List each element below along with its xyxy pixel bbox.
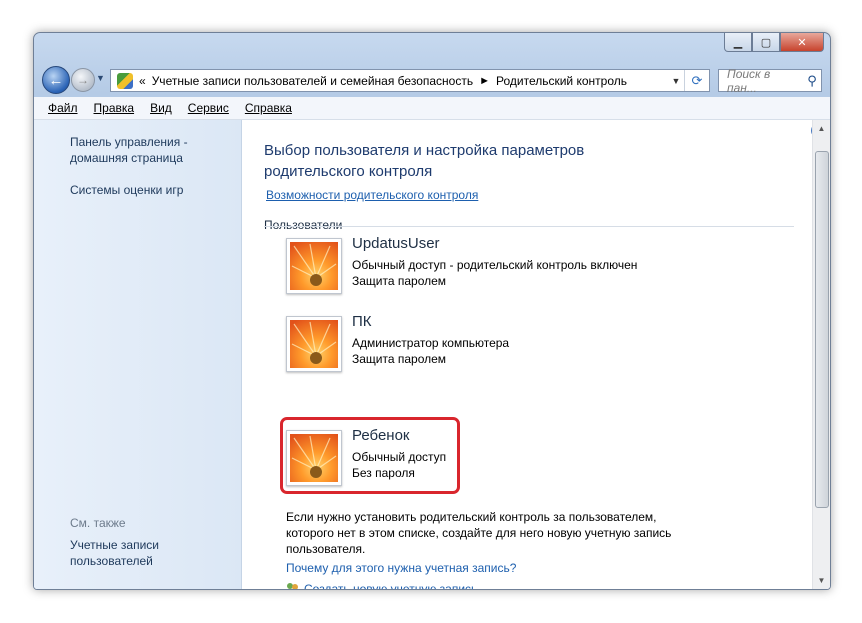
user-password-status: Без пароля (352, 466, 415, 480)
create-account-label: Создать новую учетную запись (304, 582, 478, 590)
recent-pages-chevron-icon[interactable]: ▼ (96, 73, 105, 83)
control-panel-window: ▁ ▢ ✕ ← → ▼ « Учетные записи пользовател… (33, 32, 831, 590)
menu-file[interactable]: Файл (34, 101, 86, 115)
sidebar-link-home[interactable]: Панель управления - домашняя страница (70, 134, 220, 166)
user-password-status: Защита паролем (352, 352, 447, 366)
create-account-note: Если нужно установить родительский контр… (286, 510, 672, 556)
sidebar-link-game-ratings[interactable]: Системы оценки игр (70, 182, 183, 198)
address-bar[interactable]: « Учетные записи пользователей и семейна… (110, 69, 710, 92)
address-dropdown-icon[interactable]: ▼ (668, 76, 684, 86)
menu-tools[interactable]: Сервис (180, 101, 237, 115)
scroll-down-arrow-icon[interactable]: ▼ (813, 572, 830, 589)
menu-edit[interactable]: Правка (86, 101, 143, 115)
forward-button[interactable]: → (71, 68, 95, 92)
menu-help[interactable]: Справка (237, 101, 300, 115)
address-overflow-chevron[interactable]: « (139, 74, 146, 88)
sidebar-link-user-accounts[interactable]: Учетные записи пользователей (70, 537, 180, 569)
search-input[interactable]: Поиск в пан... ⚲ (718, 66, 822, 95)
user-picture-flower-icon (286, 430, 342, 486)
caption-buttons: ▁ ▢ ✕ (724, 33, 824, 52)
minimize-button[interactable]: ▁ (724, 33, 752, 52)
window-body: Панель управления - домашняя страница Си… (34, 120, 830, 589)
search-icon[interactable]: ⚲ (803, 73, 821, 89)
create-account-link[interactable]: Создать новую учетную запись (286, 582, 478, 590)
user-picture-flower-icon (286, 238, 342, 294)
scrollbar-thumb[interactable] (815, 151, 829, 508)
breadcrumb-user-accounts[interactable]: Учетные записи пользователей и семейная … (152, 74, 473, 88)
user-status: Обычный доступ - родительский контроль в… (352, 258, 638, 272)
user-password-status: Защита паролем (352, 274, 447, 288)
users-icon (286, 582, 300, 589)
back-button[interactable]: ← (42, 66, 70, 94)
sidebar: Панель управления - домашняя страница Си… (34, 120, 242, 589)
features-link[interactable]: Возможности родительского контроля (266, 188, 478, 202)
menu-view[interactable]: Вид (142, 101, 180, 115)
users-section-heading: Пользователи (264, 218, 343, 232)
main-content: Выбор пользователя и настройка параметро… (242, 120, 826, 590)
user-picture-flower-icon (286, 316, 342, 372)
search-placeholder: Поиск в пан... (727, 66, 771, 95)
section-divider (264, 226, 794, 227)
user-name: UpdatusUser (352, 235, 440, 252)
menu-bar: Файл Правка Вид Сервис Справка (34, 97, 830, 120)
page-title: Выбор пользователя и настройка параметро… (264, 142, 585, 180)
maximize-button[interactable]: ▢ (752, 33, 780, 52)
scroll-up-arrow-icon[interactable]: ▲ (813, 120, 830, 137)
user-name: ПК (352, 313, 372, 330)
refresh-icon[interactable]: ⟳ (684, 70, 709, 91)
user-status: Обычный доступ (352, 450, 447, 464)
control-panel-icon (117, 72, 133, 89)
user-status: Администратор компьютера (352, 336, 510, 350)
breadcrumb-arrow-icon[interactable]: ► (479, 75, 490, 87)
why-account-link[interactable]: Почему для этого нужна учетная запись? (286, 561, 516, 575)
close-button[interactable]: ✕ (780, 33, 824, 52)
navigation-bar: ← → ▼ « Учетные записи пользователей и с… (34, 63, 830, 97)
user-name: Ребенок (352, 427, 410, 444)
breadcrumb-parental-controls[interactable]: Родительский контроль (496, 74, 627, 88)
see-also-heading: См. также (70, 516, 126, 530)
vertical-scrollbar[interactable]: ▲ ▼ (812, 120, 830, 589)
